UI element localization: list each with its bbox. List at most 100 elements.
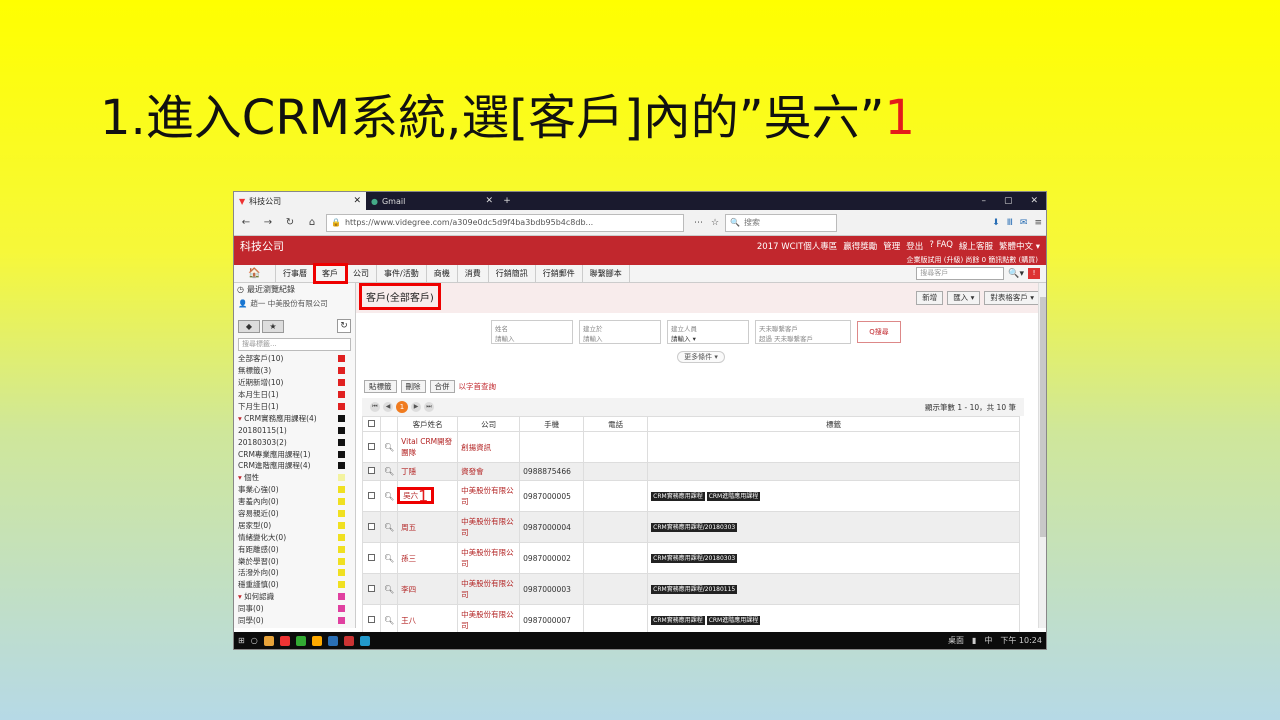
filter-no-contact[interactable]: 天未聯繫客戶 超過 天未聯繫客戶: [755, 320, 851, 344]
view-icon[interactable]: 🔍︎: [384, 585, 394, 594]
search-button[interactable]: Q搜尋: [857, 321, 901, 343]
customer-name-link[interactable]: Vital CRM開發團隊: [401, 437, 452, 457]
app-icon[interactable]: [359, 635, 370, 646]
back-icon[interactable]: ←: [238, 215, 254, 231]
search-icon[interactable]: ○: [251, 636, 258, 645]
sidebar-tag-item[interactable]: 居家型(0): [238, 519, 355, 531]
recent-header[interactable]: ◷ 最近瀏覽紀錄: [234, 283, 355, 296]
link-wcit[interactable]: 2017 WCIT個人專區: [757, 240, 837, 252]
link-logout[interactable]: 登出: [906, 240, 923, 252]
browser-tab-active[interactable]: ▼ 科技公司 ✕: [234, 192, 366, 210]
sidebar-tag-item[interactable]: 同事(0): [238, 603, 355, 615]
column-company[interactable]: 公司: [457, 416, 521, 432]
app-icon[interactable]: [327, 635, 338, 646]
next-page-icon[interactable]: ▶: [411, 402, 421, 412]
download-icon[interactable]: ⬇: [992, 218, 1000, 228]
view-icon[interactable]: 🔍︎: [384, 554, 394, 563]
menu-opportunities[interactable]: 商機: [427, 265, 458, 282]
recent-item[interactable]: 👤 趙一 中美股份有限公司: [234, 296, 355, 310]
table-row[interactable]: 🔍︎ 吳六1 中美股份有限公司 0987000005 CRM實務應用課程 CRM進階應用課…: [362, 480, 1020, 512]
sidebar-tag-item[interactable]: CRM實務應用課程(4): [238, 412, 355, 424]
table-row[interactable]: 🔍︎ 丁隱 資發會 0988875466: [362, 462, 1020, 481]
tag-badge[interactable]: CRM實務應用課程/20180303: [651, 523, 738, 532]
customer-name-link[interactable]: 吳六: [403, 491, 418, 500]
browser-tab-gmail[interactable]: ● Gmail ✕: [366, 192, 498, 210]
view-icon[interactable]: 🔍︎: [384, 523, 394, 532]
tag-badge[interactable]: CRM實務應用課程/20180303: [651, 554, 738, 563]
table-row[interactable]: 🔍︎ Vital CRM開發團隊 創揚資訊: [362, 431, 1020, 463]
home-icon[interactable]: ⌂: [304, 215, 320, 231]
app-icon[interactable]: [279, 635, 290, 646]
app-icon[interactable]: [263, 635, 274, 646]
column-mobile[interactable]: 手機: [519, 416, 585, 432]
column-tags[interactable]: 標籤: [647, 416, 1020, 432]
prev-page-icon[interactable]: ◀: [383, 402, 393, 412]
refresh-icon[interactable]: ↻: [337, 319, 351, 333]
company-link[interactable]: 中美股份有限公司: [457, 480, 521, 512]
import-button[interactable]: 匯入 ▾: [947, 291, 981, 305]
view-icon[interactable]: 🔍︎: [384, 443, 394, 452]
sidebar-tag-item[interactable]: 有距離感(0): [238, 543, 355, 555]
merge-button[interactable]: 合併: [429, 379, 455, 393]
row-checkbox[interactable]: [368, 491, 375, 499]
ime-indicator[interactable]: 中: [984, 635, 992, 646]
tag-search-input[interactable]: 搜尋標籤...: [238, 338, 351, 351]
menu-email[interactable]: 行銷郵件: [536, 265, 583, 282]
filter-creator[interactable]: 建立人員 請輸入 ▾: [667, 320, 749, 344]
customer-name-link[interactable]: 李四: [401, 585, 416, 594]
sidebar-tag-item[interactable]: CRM進階應用課程(4): [238, 460, 355, 472]
more-conditions-button[interactable]: 更多條件 ▾: [677, 351, 725, 363]
tag-badge[interactable]: CRM實務應用課程/20180115: [651, 585, 738, 594]
forward-icon[interactable]: →: [260, 215, 276, 231]
library-icon[interactable]: Ⅲ: [1007, 218, 1013, 228]
hamburger-icon[interactable]: ≡: [1034, 218, 1042, 228]
table-row[interactable]: 🔍︎ 孫三 中美股份有限公司 0987000002 CRM實務應用課程/20180303: [362, 542, 1020, 574]
tag-badge[interactable]: CRM實務應用課程: [651, 492, 705, 501]
tag-button[interactable]: 貼標籤: [364, 379, 397, 393]
company-link[interactable]: 創揚資訊: [457, 431, 521, 463]
link-rewards[interactable]: 贏得獎勵: [843, 240, 877, 252]
link-admin[interactable]: 管理: [883, 240, 900, 252]
add-button[interactable]: 新增: [916, 291, 944, 305]
table-row[interactable]: 🔍︎ 李四 中美股份有限公司 0987000003 CRM實務應用課程/20180115: [362, 573, 1020, 605]
menu-company[interactable]: 公司: [346, 265, 377, 282]
tag-badge[interactable]: CRM實務應用課程: [651, 616, 705, 625]
delete-button[interactable]: 刪除: [400, 379, 426, 393]
select-all-checkbox[interactable]: [362, 416, 381, 432]
browser-search[interactable]: 🔍 搜索: [725, 213, 838, 232]
sidebar-tag-item[interactable]: 如何認識: [238, 591, 355, 603]
sidebar-tag-item[interactable]: 事業心強(0): [238, 484, 355, 496]
notification-icon[interactable]: !: [1028, 268, 1040, 279]
reload-icon[interactable]: ↻: [282, 215, 298, 231]
chat-icon[interactable]: ✉: [1020, 218, 1028, 228]
close-icon[interactable]: ✕: [1030, 196, 1038, 206]
menu-purchases[interactable]: 消費: [458, 265, 489, 282]
view-icon[interactable]: 🔍︎: [384, 616, 394, 625]
table-row[interactable]: 🔍︎ 周五 中美股份有限公司 0987000004 CRM實務應用課程/20180303: [362, 511, 1020, 543]
initial-search-link[interactable]: 以字首查詢: [459, 381, 497, 392]
link-support[interactable]: 線上客服: [959, 240, 993, 252]
filter-created[interactable]: 建立於 請輸入: [579, 320, 661, 344]
column-name[interactable]: 客戶姓名: [397, 416, 459, 432]
tag-badge[interactable]: CRM進階應用課程: [706, 492, 761, 501]
menu-calendar[interactable]: 行事曆: [276, 265, 315, 282]
customer-name-link[interactable]: 孫三: [401, 554, 416, 563]
customer-name-link[interactable]: 周五: [401, 523, 416, 532]
start-icon[interactable]: ⊞: [238, 636, 245, 645]
sidebar-tag-item[interactable]: 20180303(2): [238, 436, 355, 448]
row-checkbox[interactable]: [368, 522, 375, 530]
sidebar-tag-item[interactable]: 情緒變化大(0): [238, 531, 355, 543]
app-icon[interactable]: [311, 635, 322, 646]
filter-name[interactable]: 姓名 請輸入: [491, 320, 573, 344]
menu-events[interactable]: 事件/活動: [377, 265, 427, 282]
app-icon[interactable]: [343, 635, 354, 646]
row-checkbox[interactable]: [368, 615, 375, 623]
link-faq[interactable]: ? FAQ: [929, 240, 953, 252]
menu-scripts[interactable]: 聯繫腳本: [583, 265, 630, 282]
table-row[interactable]: 🔍︎ 王八 中美股份有限公司 0987000007 CRM實務應用課程 CRM進階應用課程: [362, 604, 1020, 636]
sidebar-tag-item[interactable]: 下月生日(1): [238, 401, 355, 413]
sidebar-tag-item[interactable]: 活潑外向(0): [238, 567, 355, 579]
row-checkbox[interactable]: [368, 584, 375, 592]
sidebar-tag-item[interactable]: 全部客戶(10): [238, 353, 355, 365]
app-icon[interactable]: [295, 635, 306, 646]
